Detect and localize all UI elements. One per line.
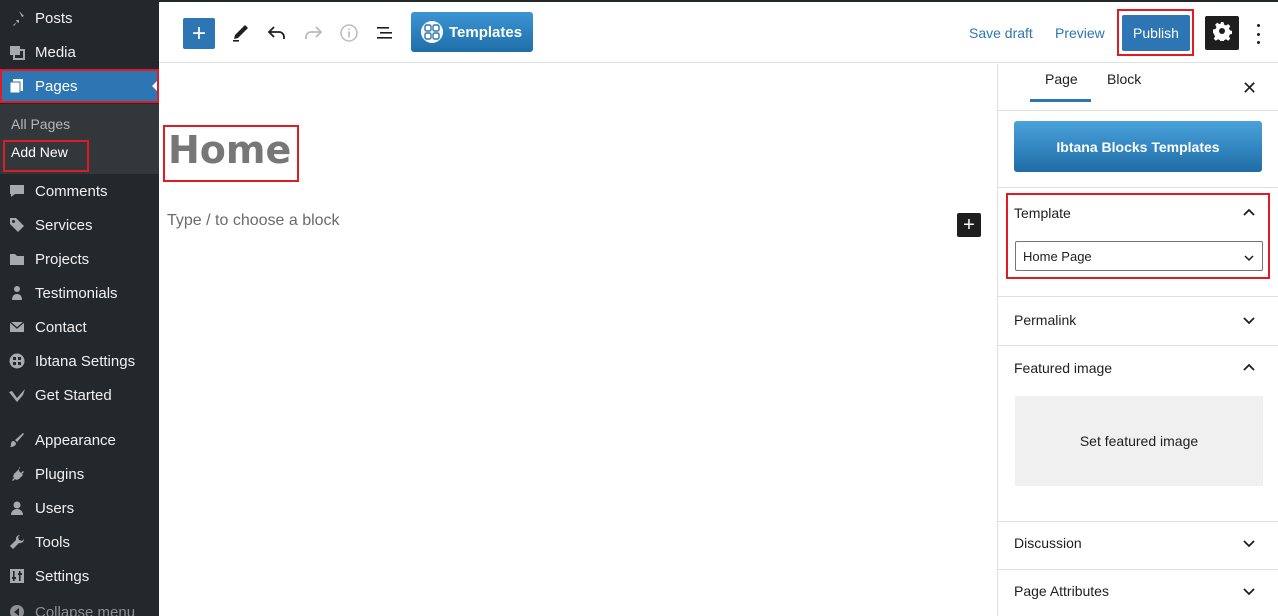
sidebar-item-label: Get Started <box>35 386 112 404</box>
gear-icon <box>1212 21 1233 46</box>
pages-submenu: All Pages Add New <box>0 104 159 174</box>
editor-screen: Posts Media Pages All Pages Add New Comm… <box>0 0 1278 616</box>
sidebar-item-label: Tools <box>35 533 71 551</box>
sidebar-item-label: Plugins <box>35 465 85 483</box>
add-block-button[interactable]: + <box>183 18 215 49</box>
sidebar-item-users[interactable]: Users <box>0 491 159 525</box>
sidebar-item-settings[interactable]: Settings <box>0 559 159 593</box>
sidebar-item-tools[interactable]: Tools <box>0 525 159 559</box>
templates-button[interactable]: Templates <box>411 12 533 52</box>
preview-button[interactable]: Preview <box>1055 25 1105 41</box>
chevron-down-icon <box>1244 250 1254 265</box>
templates-label: Templates <box>449 23 523 41</box>
undo-icon[interactable] <box>265 21 289 45</box>
sidebar-item-label: Collapse menu <box>35 603 136 616</box>
collapse-icon <box>8 603 26 616</box>
chevron-up-icon[interactable] <box>1242 205 1256 219</box>
sidebar-item-label: Services <box>35 216 93 234</box>
pages-icon <box>8 77 26 95</box>
sidebar-item-label: Testimonials <box>35 284 118 302</box>
sidebar-item-label: Contact <box>35 318 87 336</box>
settings-panel: Page Block ✕ Ibtana Blocks Templates Tem… <box>997 64 1278 616</box>
wrench-icon <box>8 533 26 551</box>
folder-icon <box>8 250 26 268</box>
sidebar-item-media[interactable]: Media <box>0 35 159 69</box>
edit-tool-icon[interactable] <box>228 21 252 45</box>
permalink-section-title[interactable]: Permalink <box>1014 312 1076 328</box>
sidebar-item-label: Posts <box>35 9 73 27</box>
page-title[interactable]: Home <box>168 128 291 172</box>
grid-icon <box>8 352 26 370</box>
sidebar-collapse-menu[interactable]: Collapse menu <box>0 595 159 616</box>
inline-add-block-button[interactable]: + <box>957 213 981 237</box>
discussion-section-title[interactable]: Discussion <box>1014 535 1082 551</box>
template-select-value: Home Page <box>1023 248 1092 264</box>
panel-tabs: Page Block ✕ <box>998 64 1278 111</box>
current-page-arrow <box>152 79 159 93</box>
template-select[interactable]: Home Page <box>1015 241 1263 271</box>
sidebar-item-services[interactable]: Services <box>0 208 159 242</box>
chevron-up-icon[interactable] <box>1242 360 1256 374</box>
sidebar-item-label: Ibtana Settings <box>35 352 136 370</box>
sidebar-item-label: Projects <box>35 250 90 268</box>
active-tab-indicator <box>1030 99 1091 102</box>
list-view-icon[interactable] <box>373 21 397 45</box>
templates-grid-icon <box>421 21 443 43</box>
publish-button[interactable]: Publish <box>1122 15 1190 51</box>
users-icon <box>8 284 26 302</box>
check-icon <box>8 386 26 404</box>
sidebar-item-comments[interactable]: Comments <box>0 174 159 208</box>
template-section-title[interactable]: Template <box>1014 205 1071 221</box>
tab-page[interactable]: Page <box>1045 71 1078 87</box>
sidebar-item-ibtana-settings[interactable]: Ibtana Settings <box>0 344 159 378</box>
pin-icon <box>8 9 26 27</box>
editor-canvas: Home Type / to choose a block + <box>159 64 997 616</box>
block-placeholder[interactable]: Type / to choose a block <box>167 212 340 230</box>
redo-icon[interactable] <box>301 21 325 45</box>
close-icon[interactable]: ✕ <box>1242 78 1257 99</box>
user-icon <box>8 499 26 517</box>
tag-icon <box>8 216 26 234</box>
sidebar-item-posts[interactable]: Posts <box>0 1 159 35</box>
sidebar-item-label: Appearance <box>35 431 116 449</box>
tab-block[interactable]: Block <box>1107 71 1141 87</box>
chevron-down-icon[interactable] <box>1242 585 1256 599</box>
sidebar-item-contact[interactable]: Contact <box>0 310 159 344</box>
media-icon <box>8 43 26 61</box>
brush-icon <box>8 431 26 449</box>
ibtana-templates-button[interactable]: Ibtana Blocks Templates <box>1014 121 1262 172</box>
set-featured-image-button[interactable]: Set featured image <box>1015 396 1263 486</box>
sidebar-item-label: Settings <box>35 567 90 585</box>
chevron-down-icon[interactable] <box>1242 314 1256 328</box>
submenu-add-new[interactable]: Add New <box>11 144 68 160</box>
sidebar-item-get-started[interactable]: Get Started <box>0 378 159 412</box>
admin-sidebar: Posts Media Pages All Pages Add New Comm… <box>0 0 159 616</box>
submenu-all-pages[interactable]: All Pages <box>11 116 70 132</box>
sidebar-item-label: Comments <box>35 182 108 200</box>
save-draft-button[interactable]: Save draft <box>969 25 1033 41</box>
chevron-down-icon[interactable] <box>1242 537 1256 551</box>
options-menu-icon[interactable] <box>1254 24 1262 44</box>
sidebar-item-pages[interactable]: Pages <box>0 69 159 103</box>
plug-icon <box>8 465 26 483</box>
sidebar-item-testimonials[interactable]: Testimonials <box>0 276 159 310</box>
sidebar-item-label: Users <box>35 499 75 517</box>
sliders-icon <box>8 567 26 585</box>
settings-toggle-button[interactable] <box>1205 16 1239 50</box>
sidebar-item-label: Media <box>35 43 76 61</box>
editor-toolbar: + Templates Save draft Preview Publish <box>159 0 1278 63</box>
comment-icon <box>8 182 26 200</box>
sidebar-item-projects[interactable]: Projects <box>0 242 159 276</box>
sidebar-item-plugins[interactable]: Plugins <box>0 457 159 491</box>
info-icon[interactable] <box>337 21 361 45</box>
sidebar-item-label: Pages <box>35 77 78 95</box>
featured-image-section-title[interactable]: Featured image <box>1014 360 1112 376</box>
sidebar-item-appearance[interactable]: Appearance <box>0 423 159 457</box>
mail-icon <box>8 318 26 336</box>
page-attributes-section-title[interactable]: Page Attributes <box>1014 583 1109 599</box>
